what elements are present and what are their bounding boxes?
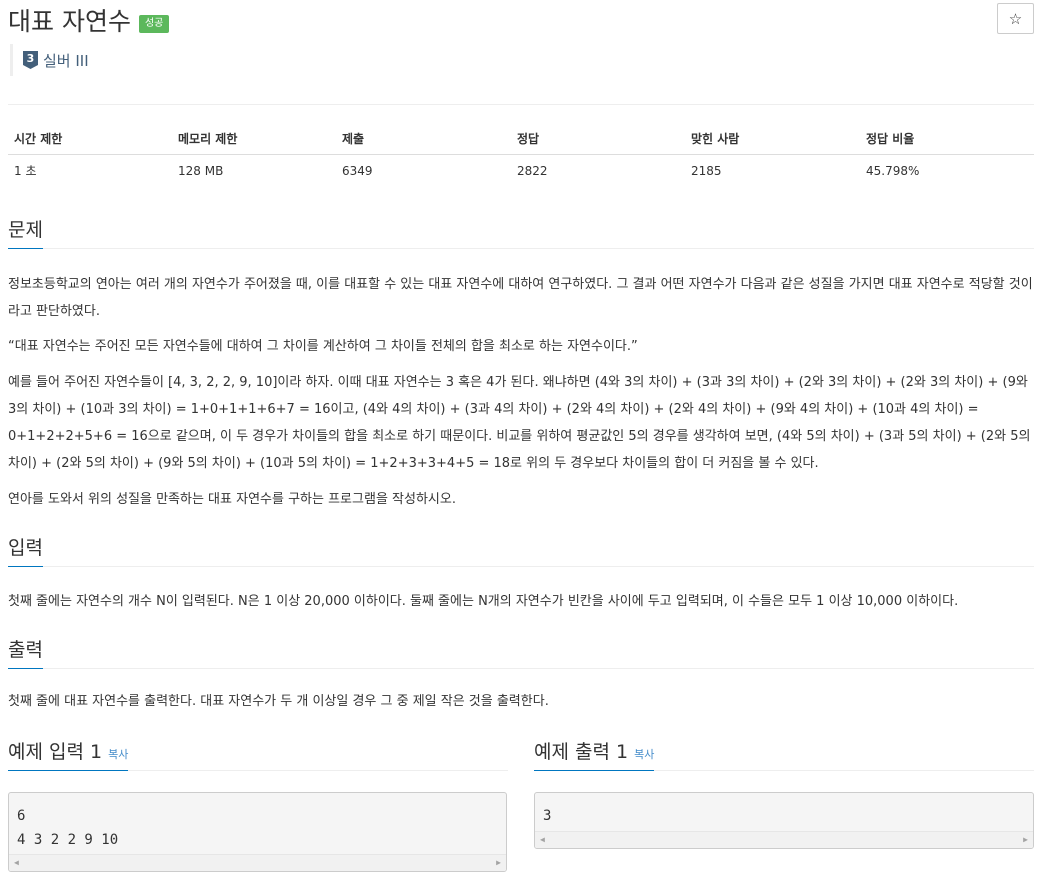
sample-output-heading: 예제 출력 1 복사 [534,737,655,771]
problem-section-header: 문제 [8,215,1034,249]
scroll-left-icon[interactable]: ◀ [540,835,545,844]
solved-users-value: 2185 [691,163,722,178]
problem-title-row: 대표 자연수 성공 [8,2,170,38]
star-icon: ☆ [1008,9,1023,28]
copy-sample-input-link[interactable]: 복사 [108,748,128,761]
sample-input-header: 예제 입력 1 복사 [8,737,508,771]
scroll-left-icon[interactable]: ◀ [14,858,19,867]
problem-paragraph-3: 예를 들어 주어진 자연수들이 [4, 3, 2, 2, 9, 10]이라 하자… [8,375,1031,471]
problem-info-table: 시간 제한 메모리 제한 제출 정답 맞힌 사람 정답 비율 1 초 128 M… [8,123,1034,186]
header-solved-users: 맞힌 사람 [685,123,860,155]
sample-output-content: 3 [543,808,552,824]
divider [8,104,1034,105]
scroll-right-icon[interactable]: ▶ [496,858,501,867]
silver-tier-icon: 3 [23,51,38,69]
problem-paragraph-4: 연아를 도와서 위의 성질을 만족하는 대표 자연수를 구하는 프로그램을 작성… [8,492,456,507]
header-accept-ratio: 정답 비율 [860,123,1034,155]
header-submissions: 제출 [336,123,511,155]
status-badge: 성공 [138,15,170,33]
accepted-value: 2822 [517,163,548,178]
copy-sample-output-link[interactable]: 복사 [634,748,654,761]
sample-output-title: 예제 출력 1 [534,741,629,763]
divider [8,566,1034,567]
input-description: 첫째 줄에는 자연수의 개수 N이 입력된다. N은 1 이상 20,000 이… [8,594,959,609]
sample-input-box[interactable]: 6 4 3 2 2 9 10 ◀ ▶ [8,792,507,872]
output-section-header: 출력 [8,635,1034,669]
sample-input-heading: 예제 입력 1 복사 [8,737,129,771]
problem-paragraph-2: “대표 자연수는 주어진 모든 자연수들에 대하여 그 차이를 계산하여 그 차… [8,339,638,354]
time-limit-value: 1 초 [14,164,37,178]
output-heading: 출력 [8,635,43,669]
memory-limit-value: 128 MB [178,163,224,178]
problem-title: 대표 자연수 [8,7,131,36]
problem-paragraph-1: 정보초등학교의 연아는 여러 개의 자연수가 주어졌을 때, 이를 대표할 수 … [8,277,1033,319]
table-header-row: 시간 제한 메모리 제한 제출 정답 맞힌 사람 정답 비율 [8,123,1034,155]
input-section-header: 입력 [8,533,1034,567]
sample-input-title: 예제 입력 1 [8,741,103,763]
submissions-value: 6349 [342,163,373,178]
divider [8,248,1034,249]
sample-output-header: 예제 출력 1 복사 [534,737,1034,771]
divider [8,668,1034,669]
input-heading: 입력 [8,533,43,567]
table-row: 1 초 128 MB 6349 2822 2185 45.798% [8,155,1034,187]
horizontal-scrollbar[interactable]: ◀ ▶ [9,854,506,871]
sample-output-box[interactable]: 3 ◀ ▶ [534,792,1034,849]
horizontal-scrollbar[interactable]: ◀ ▶ [535,831,1033,848]
accept-ratio-value: 45.798% [866,163,920,178]
tier-badge[interactable]: 3 실버 III [10,44,89,76]
header-memory-limit: 메모리 제한 [172,123,336,155]
favorite-button[interactable]: ☆ [997,3,1034,34]
sample-input-content: 6 4 3 2 2 9 10 [17,808,119,848]
header-accepted: 정답 [511,123,685,155]
problem-heading: 문제 [8,215,43,249]
scroll-right-icon[interactable]: ▶ [1023,835,1028,844]
output-description: 첫째 줄에 대표 자연수를 출력한다. 대표 자연수가 두 개 이상일 경우 그… [8,694,549,709]
header-time-limit: 시간 제한 [8,123,172,155]
tier-label: 실버 III [43,51,89,70]
